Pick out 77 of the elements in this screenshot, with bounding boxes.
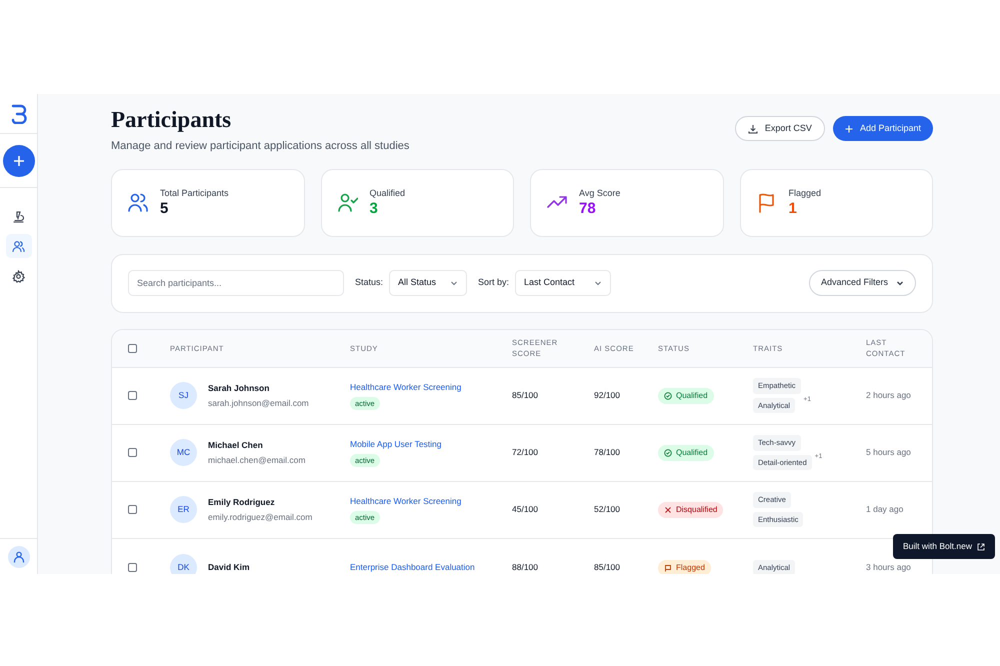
page-title: Participants — [111, 106, 232, 134]
screener-score: 45/100 — [512, 504, 538, 514]
screener-score: 72/100 — [512, 447, 538, 458]
status-label: Status: — [355, 276, 384, 290]
study-link[interactable]: Healthcare Worker Screening — [350, 381, 462, 394]
plus-icon — [12, 155, 24, 167]
ai-score: 85/100 — [594, 562, 620, 572]
users-icon — [128, 192, 148, 213]
check-circle-icon — [664, 448, 672, 456]
screener-score: 88/100 — [512, 562, 538, 572]
study-link[interactable]: Mobile App User Testing — [350, 438, 442, 451]
participant-email: emily.rodriguez@email.com — [208, 510, 312, 524]
flag-icon — [664, 564, 672, 572]
last-contact: 5 hours ago — [866, 447, 911, 458]
sort-label: Sort by: — [478, 276, 510, 290]
plus-icon — [844, 124, 853, 132]
stat-value: 78 — [579, 200, 597, 218]
checkbox[interactable] — [128, 505, 137, 514]
ai-score: 92/100 — [594, 390, 620, 400]
user-check-icon — [338, 192, 358, 213]
export-button[interactable]: Export CSV — [734, 116, 825, 141]
logo-icon — [10, 104, 26, 124]
avatar: DK — [170, 554, 197, 574]
create-button[interactable] — [2, 145, 34, 177]
status-badge: Qualified — [658, 388, 714, 404]
status-badge: Disqualified — [658, 502, 724, 518]
participant-name: Michael Chen — [208, 438, 264, 452]
stat-label: Flagged — [788, 186, 822, 200]
user-avatar[interactable] — [8, 546, 30, 568]
last-contact: 3 hours ago — [866, 562, 911, 572]
user-icon — [12, 551, 24, 563]
search-field[interactable]: Search participants... — [128, 270, 344, 296]
users-icon — [12, 240, 25, 252]
stat-label: Qualified — [370, 186, 406, 200]
participant-name: Emily Rodriguez — [208, 496, 276, 508]
chevron-icon — [450, 279, 458, 287]
download-icon — [748, 124, 758, 134]
microscope-icon — [12, 210, 25, 222]
study-link[interactable]: Enterprise Dashboard Evaluation — [350, 561, 475, 574]
participant-name: David Kim — [208, 561, 250, 574]
avatar: MC — [170, 439, 197, 466]
checkbox[interactable] — [128, 344, 137, 352]
chevron-icon — [896, 279, 904, 287]
settings-icon — [12, 270, 25, 282]
last-contact: 1 day ago — [866, 504, 904, 514]
stat-value: 1 — [788, 200, 798, 218]
add-participant-button[interactable]: Add Participant — [832, 116, 933, 141]
stat-value: 3 — [370, 200, 379, 218]
ai-score: 78/100 — [594, 447, 620, 458]
advanced-filters-button[interactable]: Advanced Filters — [808, 270, 916, 296]
avatar: ER — [170, 496, 197, 523]
nav-item[interactable] — [6, 234, 32, 258]
flag-icon — [756, 192, 776, 213]
x-icon — [664, 506, 672, 514]
status-badge: Flagged — [658, 560, 711, 574]
status-badge: Qualified — [658, 444, 714, 460]
avatar: SJ — [170, 382, 197, 409]
last-contact: 2 hours ago — [866, 390, 911, 400]
stat-label: Total Participants — [160, 186, 229, 200]
checkbox[interactable] — [128, 391, 137, 400]
page-subtitle: Manage and review participant applications across all studies — [111, 139, 410, 154]
chevron-icon — [594, 279, 602, 287]
stat-value: 5 — [160, 200, 170, 218]
checkbox[interactable] — [128, 563, 137, 572]
sort-dropdown[interactable]: Last Contact — [515, 270, 612, 296]
built-with-badge[interactable]: Built with Bolt.new — [893, 534, 995, 559]
participant-name: Sarah Johnson — [208, 382, 270, 394]
checkbox[interactable] — [128, 448, 137, 457]
study-link[interactable]: Healthcare Worker Screening — [350, 495, 462, 508]
status-dropdown[interactable]: All Status — [389, 270, 468, 296]
participant-email: michael.chen@email.com — [208, 454, 306, 466]
screener-score: 85/100 — [512, 390, 538, 400]
participant-email: sarah.johnson@email.com — [208, 396, 309, 410]
check-circle-icon — [664, 392, 672, 400]
stat-label: Avg Score — [579, 186, 620, 200]
ai-score: 52/100 — [594, 504, 620, 514]
external-link-icon — [976, 542, 985, 550]
